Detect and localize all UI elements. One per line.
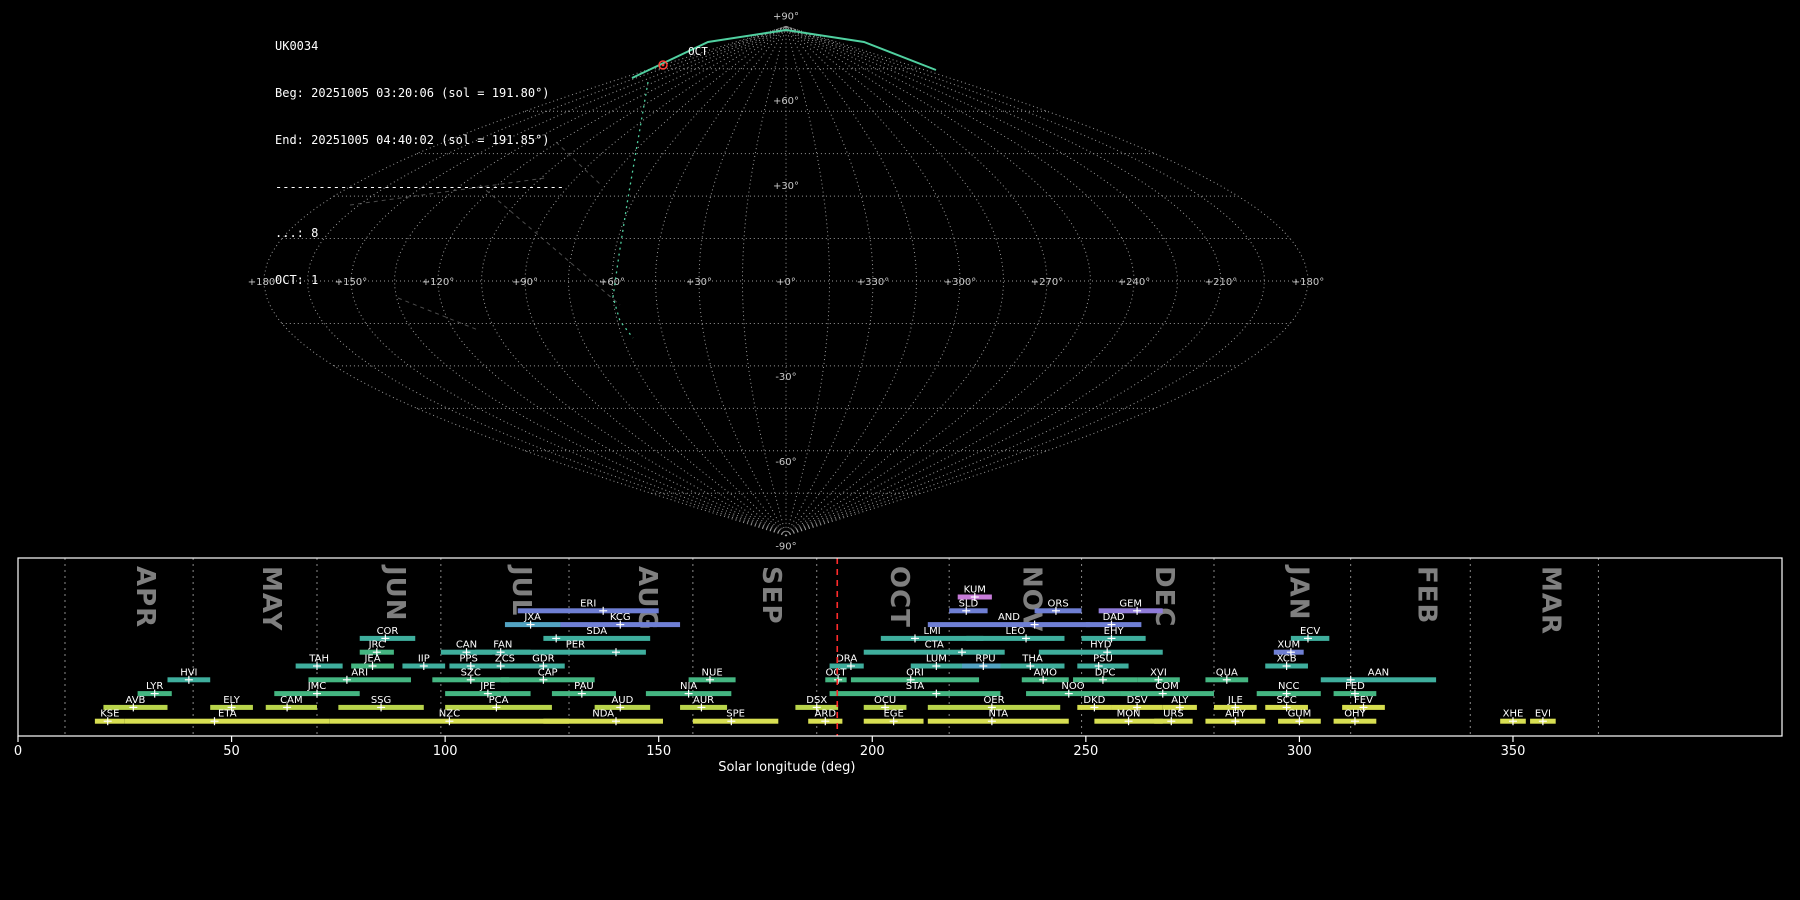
- shower-label-COM: COM: [1155, 681, 1178, 692]
- x-tick-label: 100: [433, 744, 458, 759]
- meteor-great-circle: [613, 82, 648, 338]
- x-tick-label: 200: [860, 744, 885, 759]
- lat-label: -60°: [775, 457, 796, 468]
- shower-label-DRA: DRA: [836, 654, 857, 665]
- shower-label-XUM: XUM: [1277, 640, 1300, 651]
- shower-label-HYD: HYD: [1090, 640, 1112, 651]
- separator: ----------------------------------------: [275, 180, 564, 196]
- shower-radiant-track: [632, 30, 936, 78]
- radiant-label: OCT: [688, 45, 708, 58]
- shower-label-ETA: ETA: [218, 709, 237, 720]
- shower-label-FAN: FAN: [493, 640, 512, 651]
- x-tick-label: 150: [646, 744, 671, 759]
- shower-label-NCC: NCC: [1278, 681, 1299, 692]
- lat-label: +60°: [773, 96, 799, 107]
- shower-label-OCT: OCT: [825, 667, 847, 678]
- month-label-jun: JUN: [380, 564, 410, 622]
- lon-label: +330°: [857, 277, 889, 288]
- shower-label-AVB: AVB: [126, 695, 146, 706]
- shower-label-COR: COR: [377, 626, 399, 637]
- lon-label: +210°: [1205, 277, 1237, 288]
- shower-label-CTA: CTA: [925, 640, 944, 651]
- shower-label-CAP: CAP: [538, 667, 558, 678]
- shower-label-NDA: NDA: [592, 709, 614, 720]
- shower-label-SLD: SLD: [959, 598, 979, 609]
- shower-label-CAM: CAM: [280, 695, 302, 706]
- shower-label-ECV: ECV: [1300, 626, 1320, 637]
- x-tick-label: 250: [1073, 744, 1098, 759]
- shower-label-DPC: DPC: [1095, 667, 1116, 678]
- shower-label-NUE: NUE: [702, 667, 723, 678]
- shower-label-DAD: DAD: [1103, 612, 1125, 623]
- radiant-dot: [662, 64, 665, 67]
- timeline-svg: APRMAYJUNJULAUGSEPOCTNOVDECJANFEBMARKUME…: [0, 556, 1800, 800]
- shower-label-AAN: AAN: [1368, 667, 1389, 678]
- lat-label: -30°: [775, 372, 796, 383]
- month-label-mar: MAR: [1535, 566, 1565, 635]
- shower-label-PPS: PPS: [459, 654, 477, 665]
- shower-label-GEM: GEM: [1119, 598, 1142, 609]
- sky-map-svg: +180°+150°+120°+90°+60°+30°+0°+330°+300°…: [0, 0, 1800, 556]
- month-label-jan: JAN: [1283, 564, 1313, 621]
- shower-label-AMO: AMO: [1034, 667, 1057, 678]
- shower-label-ARI: ARI: [351, 667, 368, 678]
- shower-label-JXA: JXA: [523, 612, 541, 623]
- shower-label-KSE: KSE: [100, 709, 119, 720]
- shower-label-NOO: NOO: [1061, 681, 1084, 692]
- month-label-feb: FEB: [1411, 566, 1441, 624]
- begin-time: Beg: 20251005 03:20:06 (sol = 191.80°): [275, 86, 564, 102]
- shower-label-LMI: LMI: [924, 626, 941, 637]
- month-label-apr: APR: [130, 566, 160, 628]
- station-id: UK0034: [275, 39, 564, 55]
- shower-label-ORI: ORI: [906, 667, 924, 678]
- end-time: End: 20251005 04:40:02 (sol = 191.85°): [275, 133, 564, 149]
- shower-label-RPU: RPU: [975, 654, 995, 665]
- lon-label: +300°: [944, 277, 976, 288]
- lon-label: +60°: [599, 277, 625, 288]
- lat-label: +90°: [773, 11, 799, 22]
- x-axis-title: Solar longitude (deg): [718, 760, 855, 775]
- lon-label: +30°: [686, 277, 712, 288]
- x-tick-label: 0: [14, 744, 22, 759]
- shower-label-PSU: PSU: [1093, 654, 1113, 665]
- shower-label-SDA: SDA: [586, 626, 607, 637]
- shower-label-LEO: LEO: [1005, 626, 1025, 637]
- month-label-may: MAY: [256, 566, 286, 632]
- shower-label-ERI: ERI: [580, 598, 596, 609]
- lon-label: +180°: [1292, 277, 1324, 288]
- shower-label-URS: URS: [1163, 709, 1184, 720]
- shower-label-PAU: PAU: [574, 681, 594, 692]
- info-panel: UK0034 Beg: 20251005 03:20:06 (sol = 191…: [275, 8, 564, 304]
- shower-label-OER: OER: [983, 695, 1004, 706]
- shower-label-AND: AND: [998, 612, 1020, 623]
- month-label-aug: AUG: [632, 566, 662, 631]
- month-label-sep: SEP: [756, 566, 786, 625]
- shower-label-PCA: PCA: [489, 695, 509, 706]
- shower-label-AUR: AUR: [693, 695, 714, 706]
- x-tick-label: 350: [1501, 744, 1526, 759]
- active-shower-count: OCT: 1: [275, 273, 564, 289]
- shower-label-THA: THA: [1021, 654, 1043, 665]
- sporadic-count: ...: 8: [275, 226, 564, 242]
- lon-label: +0°: [776, 277, 796, 288]
- month-label-oct: OCT: [884, 566, 914, 628]
- shower-label-ZCS: ZCS: [495, 654, 515, 665]
- shower-label-AUD: AUD: [611, 695, 633, 706]
- shower-label-ORS: ORS: [1048, 598, 1069, 609]
- lon-label: +270°: [1031, 277, 1063, 288]
- lat-label: +30°: [773, 181, 799, 192]
- month-label-dec: DEC: [1149, 566, 1179, 627]
- lon-label: +240°: [1118, 277, 1150, 288]
- shower-label-EHY: EHY: [1104, 626, 1125, 637]
- lat-label: -90°: [775, 542, 796, 553]
- x-tick-label: 50: [223, 744, 240, 759]
- shower-label-STA: STA: [906, 681, 925, 692]
- shower-label-PER: PER: [566, 640, 585, 651]
- shower-label-TAH: TAH: [308, 654, 329, 665]
- shower-label-SPE: SPE: [726, 709, 745, 720]
- x-tick-label: 300: [1287, 744, 1312, 759]
